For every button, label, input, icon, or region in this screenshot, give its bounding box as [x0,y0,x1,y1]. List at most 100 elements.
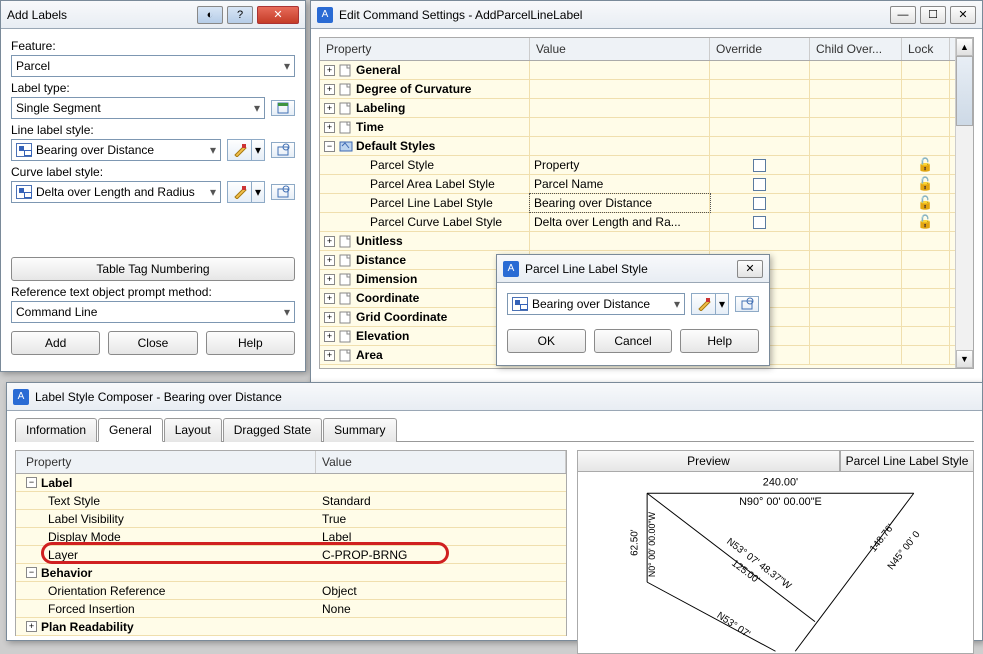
lock-icon[interactable]: 🔓 [917,157,933,173]
tab-information[interactable]: Information [15,418,97,442]
property-row[interactable]: Layer C-PROP-BRNG [16,546,566,564]
plls-pick-button[interactable] [735,296,759,312]
tree-group-row[interactable]: +General [320,61,955,80]
help-button[interactable]: Help [680,329,759,353]
preview-header: Preview Parcel Line Label Style [577,450,974,472]
scroll-down-button[interactable]: ▼ [956,350,973,368]
expand-toggle[interactable]: + [26,621,37,632]
curvelabel-combo[interactable]: Delta over Length and Radius▾ [11,181,221,203]
linelabel-edit-dropdown[interactable]: ▾ [251,139,265,161]
expand-toggle[interactable]: + [324,274,335,285]
help-button[interactable]: Help [206,331,295,355]
property-row[interactable]: Display Mode Label [16,528,566,546]
expand-toggle[interactable]: + [324,84,335,95]
folder-icon [339,234,353,248]
property-row[interactable]: Label Visibility True [16,510,566,528]
lock-icon[interactable]: 🔓 [917,176,933,192]
property-grid[interactable]: Property Value −Label Text Style Standar… [15,450,567,636]
tab-summary[interactable]: Summary [323,418,396,442]
override-checkbox[interactable] [753,159,766,172]
override-checkbox[interactable] [753,197,766,210]
add-labels-titlebar[interactable]: Add Labels ◐ ? ✕ [1,1,305,29]
override-checkbox[interactable] [753,216,766,229]
expand-toggle[interactable]: − [324,141,335,152]
plls-titlebar[interactable]: A Parcel Line Label Style ✕ [497,255,769,283]
labeltype-label: Label type: [11,81,295,95]
property-group-row[interactable]: −Behavior [16,564,566,582]
curvelabel-edit-button[interactable] [227,181,251,203]
property-row[interactable]: Orientation Reference Object [16,582,566,600]
tree-group-row[interactable]: +Time [320,118,955,137]
feature-combo[interactable]: Parcel▾ [11,55,295,77]
property-group-row[interactable]: −Label [16,474,566,492]
expand-toggle[interactable]: − [26,477,37,488]
expand-toggle[interactable]: + [324,103,335,114]
tree-item-row[interactable]: Parcel Area Label Style Parcel Name 🔓 [320,175,955,194]
tree-item-row[interactable]: Parcel Style Property 🔓 [320,156,955,175]
tab-layout[interactable]: Layout [164,418,222,442]
linelabel-edit-button[interactable] [227,139,251,161]
tree-group-row[interactable]: +Labeling [320,99,955,118]
override-checkbox[interactable] [753,178,766,191]
edit-command-titlebar[interactable]: A Edit Command Settings - AddParcelLineL… [311,1,982,29]
property-row[interactable]: Forced Insertion None [16,600,566,618]
feature-label: Feature: [11,39,295,53]
linelabel-combo[interactable]: Bearing over Distance▾ [11,139,221,161]
plls-style-combo[interactable]: Bearing over Distance▾ [507,293,685,315]
folder-icon [339,329,353,343]
folder-icon [339,63,353,77]
cancel-button[interactable]: Cancel [594,329,673,353]
linelabel-pick-button[interactable] [271,142,295,158]
tab-dragged state[interactable]: Dragged State [223,418,322,442]
maximize-button[interactable]: ☐ [920,6,946,24]
close-button[interactable]: Close [108,331,197,355]
tree-group-row[interactable]: −Default Styles [320,137,955,156]
lock-icon[interactable]: 🔓 [917,195,933,211]
minimize-button[interactable]: — [890,6,916,24]
labeltype-settings-button[interactable] [271,100,295,116]
refmethod-combo[interactable]: Command Line▾ [11,301,295,323]
tree-group-row[interactable]: +Degree of Curvature [320,80,955,99]
help-button[interactable]: ? [227,6,253,24]
label-style-composer-window: A Label Style Composer - Bearing over Di… [6,382,983,641]
composer-titlebar[interactable]: A Label Style Composer - Bearing over Di… [7,383,982,411]
scroll-thumb[interactable] [956,56,973,126]
ok-button[interactable]: OK [507,329,586,353]
preview-canvas[interactable]: 240.00' N90° 00' 00.00"E 62.50' N0° 00' … [577,472,974,654]
expand-toggle[interactable]: + [324,312,335,323]
vertical-scrollbar[interactable]: ▲ ▼ [955,38,973,368]
tab-general[interactable]: General [98,418,163,442]
curvelabel-pick-button[interactable] [271,184,295,200]
scroll-up-button[interactable]: ▲ [956,38,973,56]
property-row[interactable]: Text Style Standard [16,492,566,510]
plls-edit-button[interactable] [691,293,715,315]
property-group-row[interactable]: +Plan Readability [16,618,566,636]
add-button[interactable]: Add [11,331,100,355]
folder-icon [339,272,353,286]
chevron-down-icon: ▾ [210,185,216,199]
pin-button[interactable]: ◐ [197,6,223,24]
close-button[interactable]: ✕ [950,6,976,24]
svg-text:62.50': 62.50' [629,529,640,556]
app-icon: A [503,261,519,277]
expand-toggle[interactable]: + [324,331,335,342]
tree-group-row[interactable]: +Unitless [320,232,955,251]
tree-item-row[interactable]: Parcel Curve Label Style Delta over Leng… [320,213,955,232]
close-button[interactable]: ✕ [737,260,763,278]
expand-toggle[interactable]: + [324,65,335,76]
grid-header: Property Value Override Child Over... Lo… [320,38,955,61]
curvelabel-edit-dropdown[interactable]: ▾ [251,181,265,203]
lock-icon[interactable]: 🔓 [917,214,933,230]
expand-toggle[interactable]: + [324,293,335,304]
expand-toggle[interactable]: + [324,350,335,361]
expand-toggle[interactable]: − [26,567,37,578]
expand-toggle[interactable]: + [324,122,335,133]
expand-toggle[interactable]: + [324,236,335,247]
close-button[interactable]: ✕ [257,6,299,24]
svg-text:N90° 00' 00.00"E: N90° 00' 00.00"E [739,496,822,508]
plls-edit-dropdown[interactable]: ▾ [715,293,729,315]
tree-item-row[interactable]: Parcel Line Label Style Bearing over Dis… [320,194,955,213]
labeltype-combo[interactable]: Single Segment▾ [11,97,265,119]
expand-toggle[interactable]: + [324,255,335,266]
table-tag-numbering-button[interactable]: Table Tag Numbering [11,257,295,281]
